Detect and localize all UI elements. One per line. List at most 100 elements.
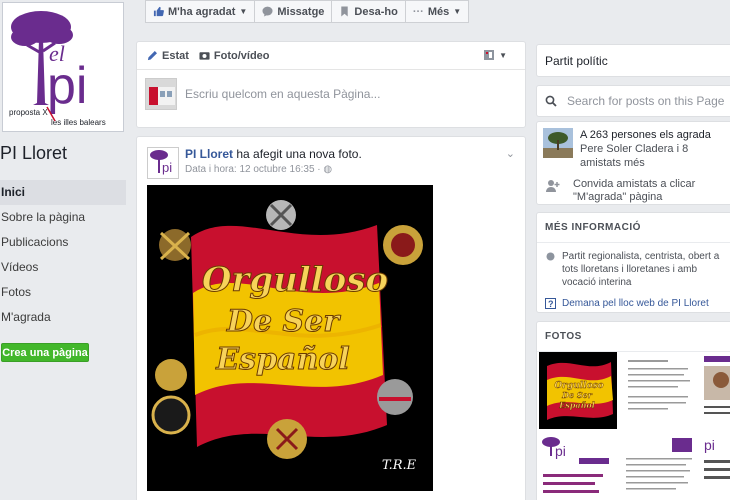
- likes-box: A 263 persones els agrada Pere Soler Cla…: [536, 121, 730, 205]
- svg-text:Español: Español: [558, 400, 595, 410]
- likes-thumbnail: [543, 128, 573, 158]
- post-header: pi PI Lloret ha afegit una nova foto. Da…: [147, 147, 362, 179]
- info-description-text: Partit regionalista, centrista, obert a …: [562, 251, 720, 288]
- save-button[interactable]: Desa-ho: [332, 0, 406, 23]
- svg-text:pi: pi: [162, 160, 172, 175]
- message-icon: [262, 6, 273, 17]
- invite-friends[interactable]: Convida amistats a clicar "M'agrada" pàg…: [537, 170, 730, 204]
- thumbs-up-icon: [153, 6, 164, 17]
- nav-item-posts[interactable]: Publicacions: [0, 230, 126, 255]
- add-friend-icon: [546, 180, 560, 192]
- composer-body[interactable]: Escriu quelcom en aquesta Pàgina...: [137, 70, 525, 118]
- tab-status[interactable]: Estat: [147, 50, 189, 62]
- photos-box: FOTOS Orgulloso De Ser Español pi pi: [536, 321, 730, 500]
- photo-thumbnail[interactable]: [701, 352, 730, 429]
- page-actions: M'ha agradat ▼ Missatge Desa-ho ··· Més …: [145, 0, 470, 23]
- svg-text:?: ?: [548, 299, 554, 309]
- likes-text: A 263 persones els agrada Pere Soler Cla…: [580, 128, 729, 170]
- caret-down-icon: ▼: [499, 50, 507, 60]
- flag-photo-thumb: OrgullosoDe SerEspañol: [539, 352, 617, 429]
- document-photo-thumb: [620, 352, 698, 429]
- svg-text:pi: pi: [704, 437, 715, 453]
- nav-item-photos[interactable]: Fotos: [0, 280, 126, 305]
- caret-down-icon: ▼: [453, 7, 462, 16]
- left-column: el pi proposta X les illes balears PI Ll…: [0, 0, 132, 500]
- bookmark-icon: [341, 6, 349, 17]
- svg-text:pi: pi: [47, 57, 87, 115]
- post-time-text: Data i hora: 12 octubre 16:35 ·: [185, 164, 321, 175]
- post-options-chevron-icon[interactable]: ⌄: [506, 147, 515, 160]
- create-page-button[interactable]: Crea una pàgina: [1, 343, 89, 362]
- post-author-avatar[interactable]: pi: [147, 147, 179, 179]
- svg-text:les illes balears: les illes balears: [51, 118, 106, 127]
- question-icon: ?: [545, 298, 556, 309]
- page-category-box: Partit polític: [536, 44, 730, 77]
- svg-text:De Ser: De Ser: [226, 304, 341, 339]
- svg-text:pi: pi: [555, 443, 566, 459]
- info-description: Partit regionalista, centrista, obert a …: [537, 243, 730, 289]
- person-photo-thumb: [701, 352, 730, 429]
- tree-thumbnail: [543, 128, 573, 158]
- page-profile-picture[interactable]: el pi proposta X les illes balears: [2, 2, 124, 132]
- page-category[interactable]: Partit polític: [545, 54, 608, 68]
- photo-thumbnail[interactable]: [620, 352, 698, 429]
- likes-friends[interactable]: Pere Soler Cladera i 8 amistats més: [580, 142, 729, 170]
- invite-text: Convida amistats a clicar "M'agrada" pàg…: [573, 178, 696, 203]
- likes-count[interactable]: A 263 persones els agrada: [580, 128, 729, 142]
- like-button[interactable]: M'ha agradat ▼: [145, 0, 256, 23]
- message-button[interactable]: Missatge: [255, 0, 333, 23]
- page-flag-icon: [484, 50, 495, 60]
- post-title: PI Lloret ha afegit una nova foto.: [185, 147, 362, 161]
- globe-icon: ◍: [323, 164, 333, 175]
- tab-status-label: Estat: [162, 49, 189, 62]
- camera-icon: [199, 52, 210, 60]
- post-author-link[interactable]: PI Lloret: [185, 147, 233, 161]
- page-title[interactable]: PI Lloret: [0, 143, 67, 164]
- nav-item-likes[interactable]: M'agrada: [0, 305, 126, 330]
- svg-text:Orgulloso: Orgulloso: [202, 260, 388, 300]
- likes-summary[interactable]: A 263 persones els agrada Pere Soler Cla…: [537, 122, 730, 170]
- photos-title[interactable]: FOTOS: [537, 322, 730, 352]
- more-button-label: Més: [427, 5, 450, 18]
- document-photo-thumb: [620, 432, 698, 500]
- caret-down-icon: ▼: [239, 7, 248, 16]
- pencil-icon: [147, 51, 157, 61]
- photo-thumbnail[interactable]: pi: [701, 432, 730, 500]
- info-dot-icon: [546, 252, 555, 261]
- photo-thumbnail[interactable]: Orgulloso De Ser Español: [539, 352, 617, 429]
- building-thumbnail: [146, 79, 176, 109]
- photos-grid: Orgulloso De Ser Español pi pi: [539, 352, 730, 500]
- feed-post: pi PI Lloret ha afegit una nova foto. Da…: [136, 136, 526, 500]
- more-dots-icon: ···: [412, 5, 424, 18]
- info-website-request[interactable]: ? Demana pel lloc web de PI Lloret: [537, 289, 730, 310]
- more-button[interactable]: ··· Més ▼: [405, 0, 470, 23]
- post-timestamp[interactable]: Data i hora: 12 octubre 16:35 · ◍: [185, 164, 362, 175]
- pi-logo-small: pi: [150, 150, 172, 175]
- post-action-text: ha afegit una nova foto.: [233, 147, 362, 161]
- nav-item-home[interactable]: Inici: [0, 180, 126, 205]
- more-info-box: MÉS INFORMACIÓ Partit regionalista, cent…: [536, 212, 730, 313]
- pi-logo: el pi proposta X les illes balears: [3, 3, 123, 131]
- info-website-link[interactable]: Demana pel lloc web de PI Lloret: [562, 297, 709, 310]
- svg-text:T.R.E: T.R.E: [382, 458, 417, 473]
- search-icon: [545, 95, 557, 107]
- composer-audience-selector[interactable]: ▼: [483, 49, 507, 61]
- page-nav: Inici Sobre la pàgina Publicacions Vídeo…: [0, 180, 126, 330]
- page-search[interactable]: Search for posts on this Page: [536, 85, 730, 117]
- photo-thumbnail[interactable]: pi: [539, 432, 617, 500]
- tab-photo-video[interactable]: Foto/vídeo: [199, 50, 270, 62]
- composer-tabs: Estat Foto/vídeo ▼: [137, 42, 525, 70]
- tab-photo-label: Foto/vídeo: [213, 49, 270, 62]
- nav-item-videos[interactable]: Vídeos: [0, 255, 126, 280]
- post-composer: Estat Foto/vídeo ▼ Escriu quelcom en aqu…: [136, 41, 526, 128]
- nav-item-about[interactable]: Sobre la pàgina: [0, 205, 126, 230]
- save-button-label: Desa-ho: [354, 5, 398, 18]
- message-button-label: Missatge: [277, 5, 325, 18]
- flag-photo: Orgulloso De Ser Español T.R.E: [147, 185, 433, 491]
- composer-input[interactable]: Escriu quelcom en aquesta Pàgina...: [185, 87, 380, 101]
- search-input[interactable]: Search for posts on this Page: [567, 94, 724, 108]
- more-info-title: MÉS INFORMACIÓ: [537, 213, 730, 243]
- photo-thumbnail[interactable]: [620, 432, 698, 500]
- svg-text:proposta X: proposta X: [9, 108, 48, 117]
- post-photo[interactable]: Orgulloso De Ser Español T.R.E: [147, 185, 433, 491]
